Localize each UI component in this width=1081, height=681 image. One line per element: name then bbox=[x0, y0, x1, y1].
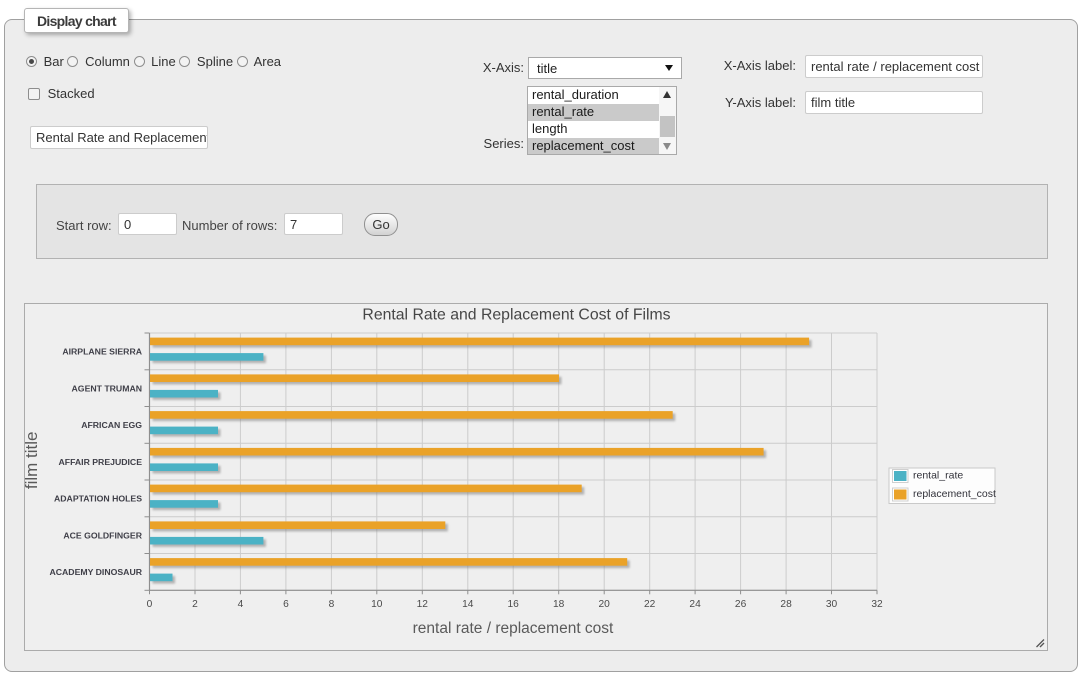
svg-text:14: 14 bbox=[462, 599, 474, 610]
svg-text:20: 20 bbox=[599, 599, 611, 610]
svg-text:30: 30 bbox=[826, 599, 838, 610]
svg-text:ADAPTATION HOLES: ADAPTATION HOLES bbox=[54, 494, 142, 504]
svg-text:10: 10 bbox=[371, 599, 383, 610]
svg-text:6: 6 bbox=[283, 599, 289, 610]
svg-text:film title: film title bbox=[25, 431, 41, 489]
svg-text:AIRPLANE SIERRA: AIRPLANE SIERRA bbox=[62, 347, 142, 357]
svg-text:32: 32 bbox=[871, 599, 883, 610]
svg-text:replacement_cost: replacement_cost bbox=[913, 488, 996, 500]
svg-text:AFFAIR PREJUDICE: AFFAIR PREJUDICE bbox=[58, 457, 142, 467]
svg-text:ACE GOLDFINGER: ACE GOLDFINGER bbox=[63, 530, 142, 540]
svg-text:4: 4 bbox=[238, 599, 244, 610]
svg-text:12: 12 bbox=[417, 599, 429, 610]
svg-text:2: 2 bbox=[192, 599, 198, 610]
svg-text:22: 22 bbox=[644, 599, 656, 610]
svg-text:ACADEMY DINOSAUR: ACADEMY DINOSAUR bbox=[49, 567, 142, 577]
svg-text:16: 16 bbox=[508, 599, 520, 610]
svg-text:26: 26 bbox=[735, 599, 747, 610]
svg-text:8: 8 bbox=[329, 599, 335, 610]
svg-text:rental rate / replacement cost: rental rate / replacement cost bbox=[413, 620, 614, 637]
svg-text:AGENT TRUMAN: AGENT TRUMAN bbox=[72, 383, 142, 393]
svg-text:Rental Rate and Replacement Co: Rental Rate and Replacement Cost of Film… bbox=[362, 306, 670, 323]
svg-text:AFRICAN EGG: AFRICAN EGG bbox=[81, 420, 142, 430]
svg-text:24: 24 bbox=[689, 599, 701, 610]
svg-text:18: 18 bbox=[553, 599, 565, 610]
svg-text:rental_rate: rental_rate bbox=[913, 470, 963, 482]
svg-text:0: 0 bbox=[147, 599, 153, 610]
svg-text:28: 28 bbox=[780, 599, 792, 610]
